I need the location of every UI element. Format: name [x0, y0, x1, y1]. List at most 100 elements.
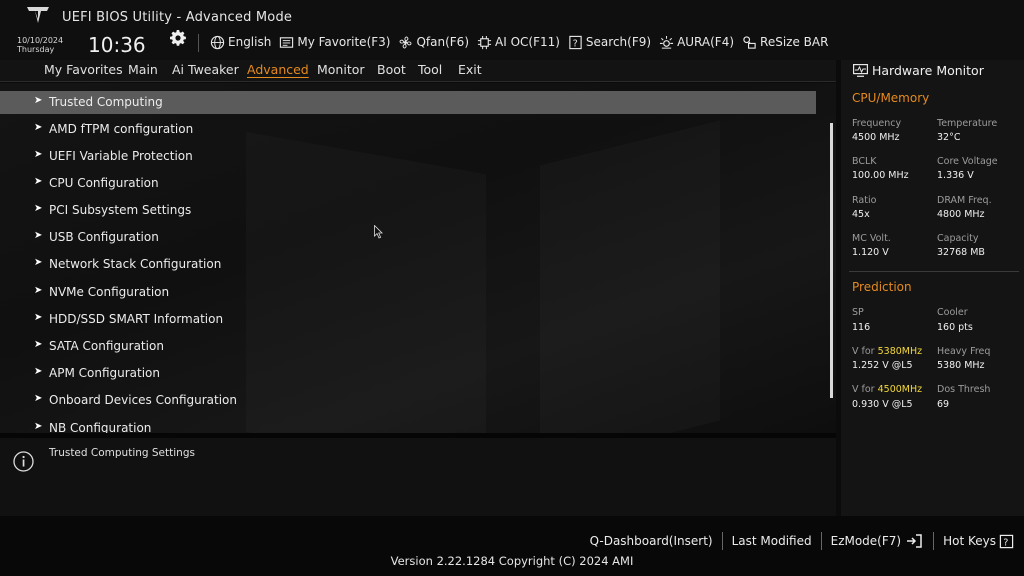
list-item-pci-subsystem[interactable]: ➤ PCI Subsystem Settings: [0, 199, 816, 222]
mc-volt-label: MC Volt.: [852, 233, 891, 244]
tab-advanced[interactable]: Advanced: [247, 62, 309, 77]
ai-oc-icon: [477, 35, 492, 49]
expand-arrow-icon: ➤: [34, 393, 43, 404]
heavy-freq-label: Heavy Freq: [937, 346, 991, 357]
svg-text:?: ?: [573, 38, 578, 49]
mouse-pointer-icon: [374, 225, 383, 239]
list-scrollbar[interactable]: [830, 123, 833, 398]
gear-icon[interactable]: [170, 30, 186, 46]
favorite-icon: [280, 36, 294, 48]
hot-keys-button[interactable]: Hot Keys ?: [943, 534, 1014, 549]
v-for-frequency: 4500MHz: [877, 384, 923, 395]
help-key-icon: ?: [999, 534, 1014, 548]
temperature-value: 32°C: [937, 132, 961, 143]
list-item-hdd-ssd-smart[interactable]: ➤ HDD/SSD SMART Information: [0, 308, 816, 331]
expand-arrow-icon: ➤: [34, 257, 43, 268]
tab-my-favorites[interactable]: My Favorites: [44, 62, 123, 77]
list-item-usb-configuration[interactable]: ➤ USB Configuration: [0, 226, 816, 249]
sp-value: 116: [852, 322, 871, 333]
list-item-trusted-computing[interactable]: ➤ Trusted Computing: [0, 91, 816, 114]
frequency-value: 4500 MHz: [852, 132, 900, 143]
capacity-value: 32768 MB: [937, 247, 985, 258]
bclk-value: 100.00 MHz: [852, 170, 909, 181]
language-button[interactable]: English: [210, 35, 271, 50]
ratio-value: 45x: [852, 209, 870, 220]
expand-arrow-icon: ➤: [34, 312, 43, 323]
list-item-uefi-variable-protection[interactable]: ➤ UEFI Variable Protection: [0, 145, 816, 168]
list-item-label: PCI Subsystem Settings: [49, 203, 192, 217]
toolbar-divider: [198, 34, 199, 52]
dos-thresh-label: Dos Thresh: [937, 384, 991, 395]
list-item-nvme-configuration[interactable]: ➤ NVMe Configuration: [0, 281, 816, 304]
help-description: Trusted Computing Settings: [49, 447, 195, 459]
list-item-nb-configuration[interactable]: ➤ NB Configuration: [0, 417, 816, 433]
section-divider: [849, 271, 1019, 272]
dram-freq-value: 4800 MHz: [937, 209, 985, 220]
bclk-label: BCLK: [852, 156, 877, 167]
core-voltage-label: Core Voltage: [937, 156, 998, 167]
tab-boot[interactable]: Boot: [377, 62, 406, 77]
language-label: English: [228, 35, 272, 49]
search-button[interactable]: ? Search(F9): [568, 35, 651, 50]
expand-arrow-icon: ➤: [34, 95, 43, 106]
list-item-label: UEFI Variable Protection: [49, 149, 193, 163]
cpu-memory-heading: CPU/Memory: [852, 91, 930, 105]
list-item-label: APM Configuration: [49, 366, 160, 380]
fan-icon: [400, 36, 412, 48]
dram-freq-label: DRAM Freq.: [937, 195, 992, 206]
hardware-monitor-header: Hardware Monitor: [841, 60, 1024, 82]
toolbar: English My Favorite(F3) Qfan(F6) AI OC(F…: [210, 33, 836, 51]
list-item-network-stack[interactable]: ➤ Network Stack Configuration: [0, 253, 816, 276]
list-item-cpu-configuration[interactable]: ➤ CPU Configuration: [0, 172, 816, 195]
core-voltage-value: 1.336 V: [937, 170, 974, 181]
date-display: 10/10/2024 Thursday: [17, 36, 63, 54]
mc-volt-value: 1.120 V: [852, 247, 889, 258]
hardware-monitor-panel: Hardware Monitor CPU/Memory Frequency 45…: [841, 60, 1024, 516]
resize-bar-icon: [743, 35, 756, 49]
help-panel: Trusted Computing Settings: [0, 433, 836, 516]
footer: Q-Dashboard(Insert) Last Modified EzMode…: [0, 516, 1024, 576]
list-item-label: USB Configuration: [49, 230, 159, 244]
qfan-button[interactable]: Qfan(F6): [398, 35, 469, 50]
ai-oc-button[interactable]: AI OC(F11): [477, 35, 560, 50]
aura-button[interactable]: AURA(F4): [659, 35, 734, 50]
v-for-freq-2-value: 0.930 V @L5: [852, 399, 913, 410]
my-favorite-button[interactable]: My Favorite(F3): [279, 35, 390, 50]
tuf-logo-icon: [27, 7, 49, 23]
cooler-value: 160 pts: [937, 322, 973, 333]
info-icon: [13, 451, 34, 472]
cooler-label: Cooler: [937, 307, 968, 318]
tab-ai-tweaker[interactable]: Ai Tweaker: [172, 62, 239, 77]
capacity-label: Capacity: [937, 233, 979, 244]
last-modified-button[interactable]: Last Modified: [732, 534, 812, 548]
list-item-label: HDD/SSD SMART Information: [49, 312, 224, 326]
list-item-apm-configuration[interactable]: ➤ APM Configuration: [0, 362, 816, 385]
temperature-label: Temperature: [937, 118, 998, 129]
app-title: UEFI BIOS Utility - Advanced Mode: [62, 10, 293, 25]
ezmode-button[interactable]: EzMode(F7): [831, 533, 924, 549]
tab-tool[interactable]: Tool: [418, 62, 442, 77]
list-item-label: SATA Configuration: [49, 339, 164, 353]
resize-bar-button[interactable]: ReSize BAR: [742, 35, 828, 50]
list-item-amd-ftpm[interactable]: ➤ AMD fTPM configuration: [0, 118, 816, 141]
footer-divider: [820, 532, 822, 550]
list-item-sata-configuration[interactable]: ➤ SATA Configuration: [0, 335, 816, 358]
tab-monitor[interactable]: Monitor: [317, 62, 365, 77]
tab-main[interactable]: Main: [128, 62, 158, 77]
list-item-onboard-devices[interactable]: ➤ Onboard Devices Configuration: [0, 389, 816, 412]
globe-icon: [210, 35, 225, 49]
exit-to-ezmode-icon: [907, 534, 922, 548]
sp-label: SP: [852, 307, 864, 318]
tab-exit[interactable]: Exit: [458, 62, 482, 77]
search-label: Search(F9): [585, 35, 652, 49]
ezmode-label: EzMode(F7): [830, 534, 902, 548]
expand-arrow-icon: ➤: [34, 122, 43, 133]
expand-arrow-icon: ➤: [34, 203, 43, 214]
list-item-label: Network Stack Configuration: [49, 257, 222, 271]
footer-links: Q-Dashboard(Insert) Last Modified EzMode…: [590, 532, 1014, 550]
ai-oc-label: AI OC(F11): [495, 35, 560, 49]
list-item-label: NB Configuration: [49, 421, 152, 433]
expand-arrow-icon: ➤: [34, 285, 43, 296]
hot-keys-label: Hot Keys: [943, 534, 996, 548]
q-dashboard-button[interactable]: Q-Dashboard(Insert): [590, 534, 713, 548]
